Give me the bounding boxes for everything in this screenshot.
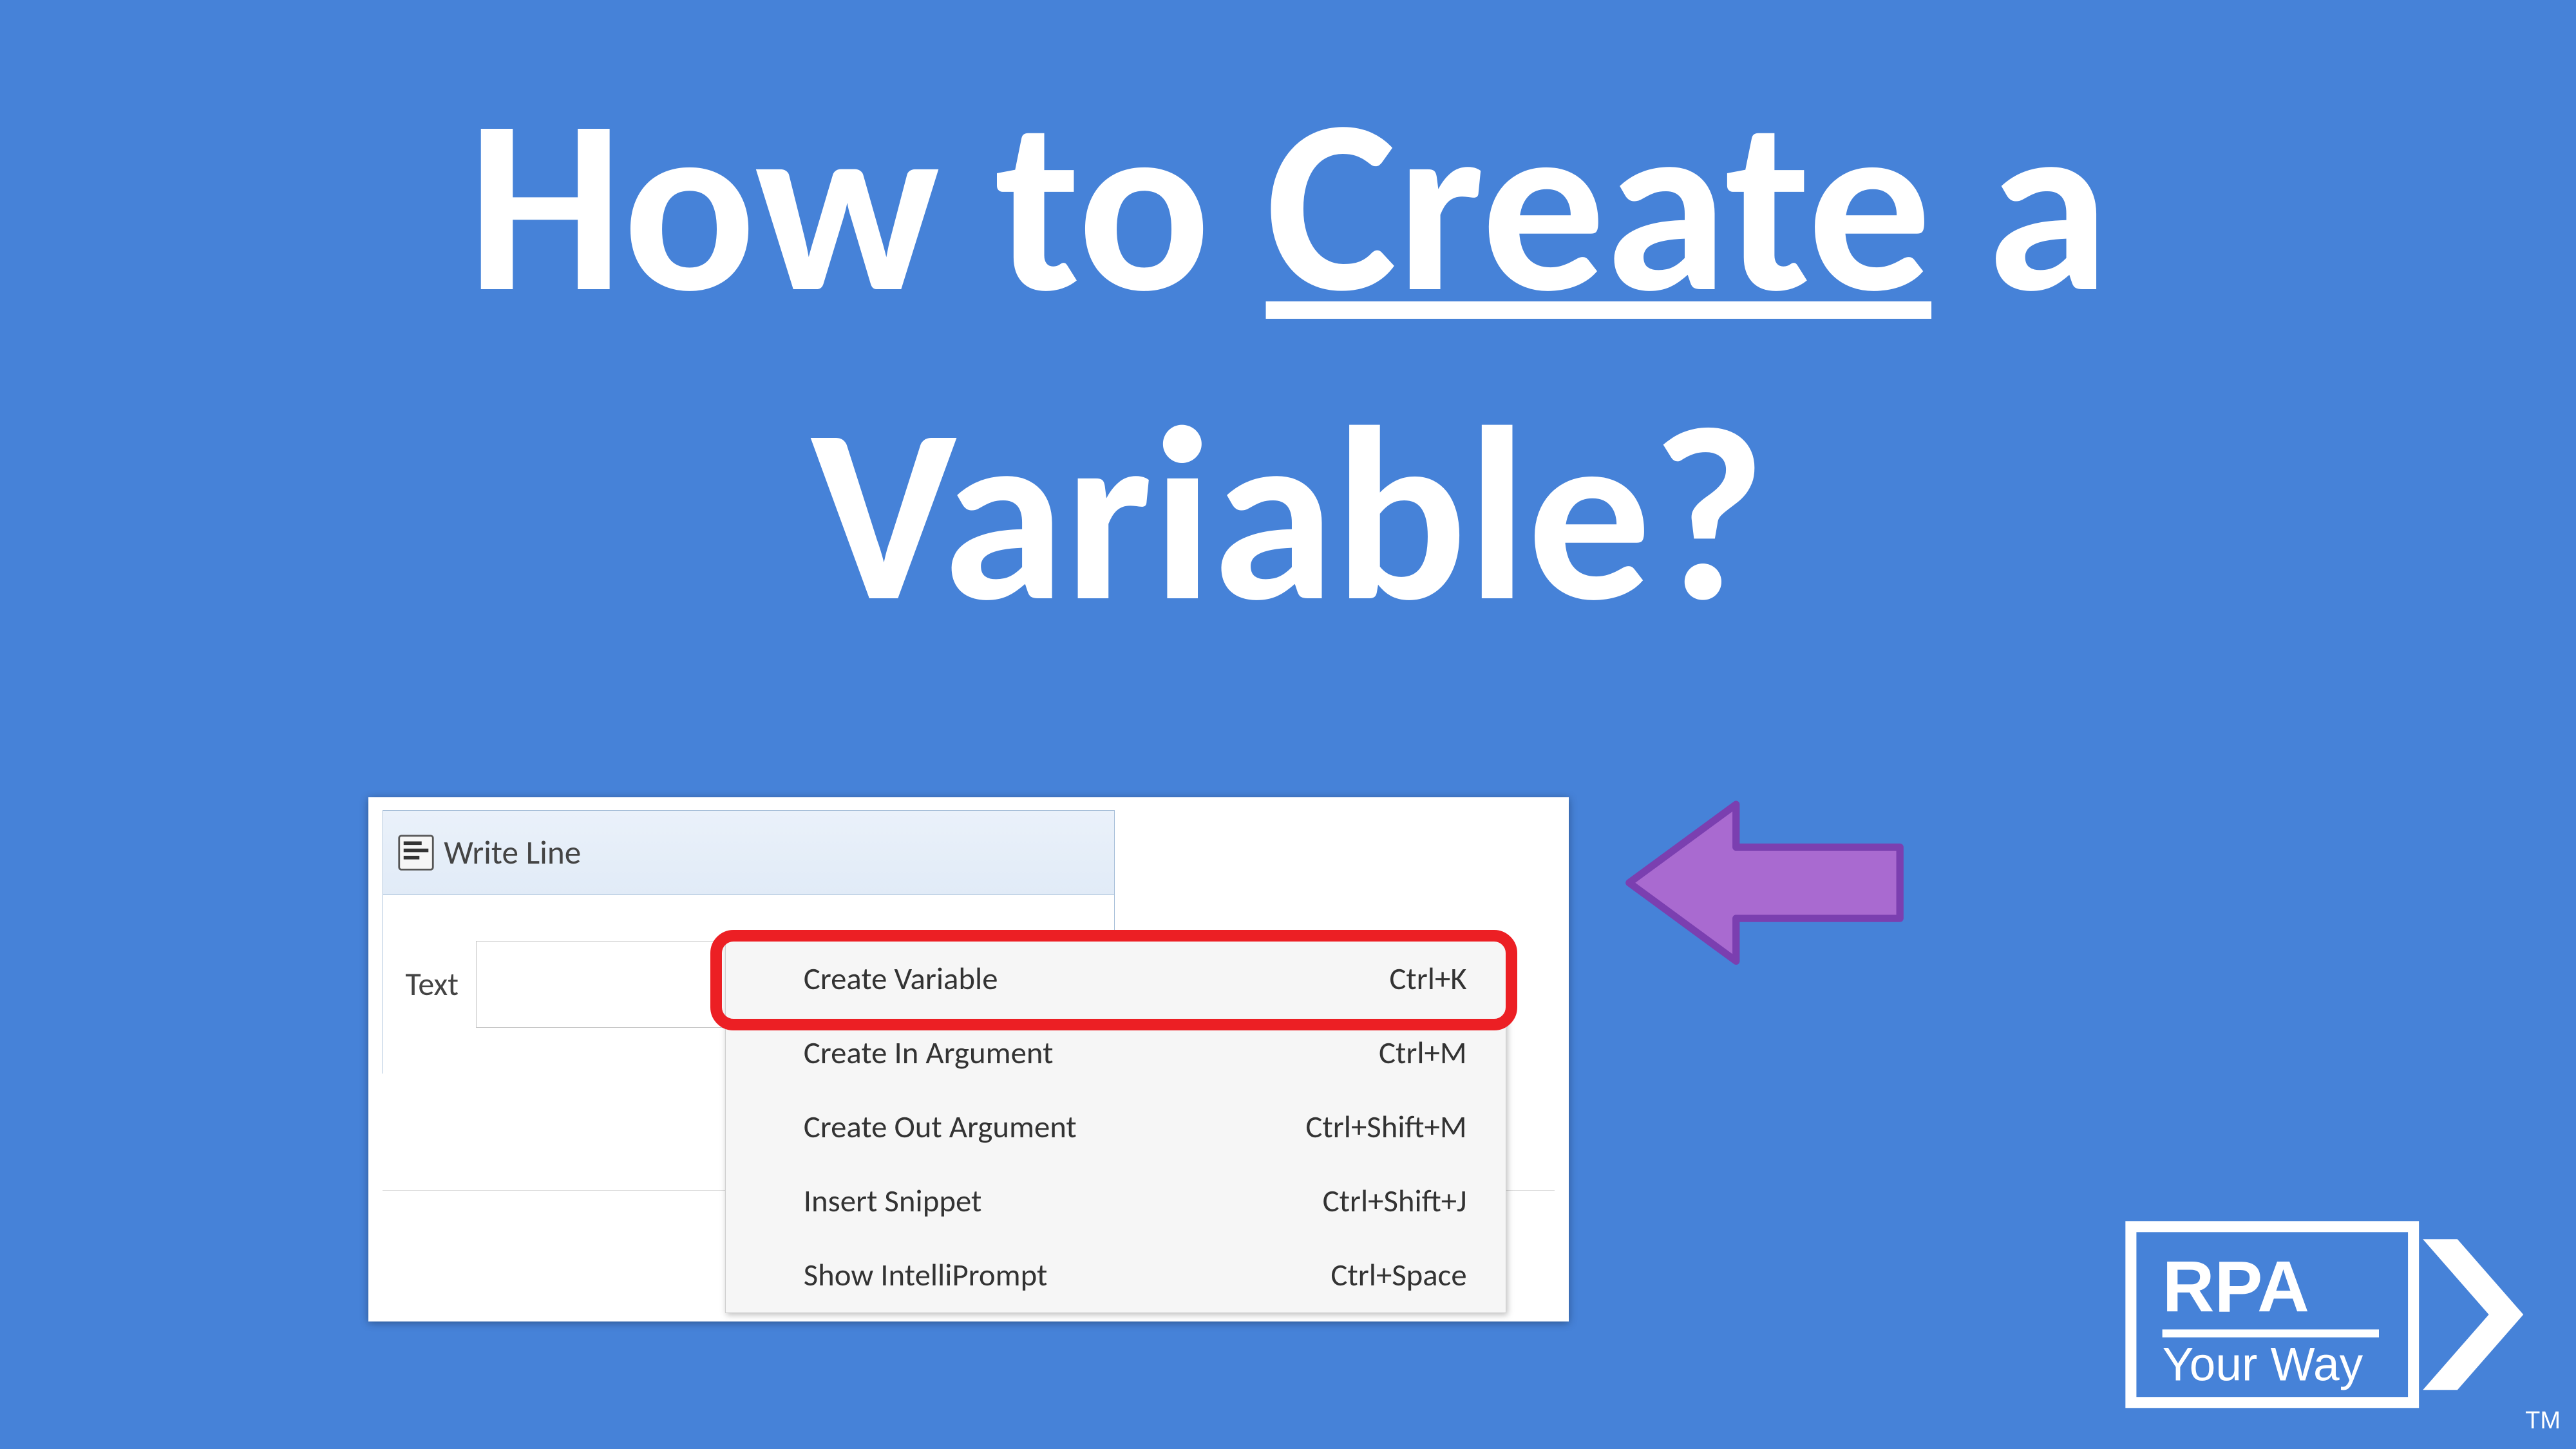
- activity-title: Write Line: [444, 832, 581, 873]
- menu-item-shortcut: Ctrl+M: [1379, 1034, 1467, 1072]
- menu-item-label: Show IntelliPrompt: [804, 1256, 1048, 1294]
- menu-item-label: Insert Snippet: [804, 1182, 982, 1220]
- menu-item-create-out-argument[interactable]: Create Out Argument Ctrl+Shift+M: [726, 1090, 1506, 1164]
- menu-item-label: Create Out Argument: [804, 1108, 1077, 1146]
- menu-item-label: Create Variable: [804, 960, 998, 998]
- title-underlined-word: Create: [1266, 54, 1932, 356]
- slide-stage: How to Create a Variable? Write Line: [0, 0, 2576, 1449]
- menu-item-insert-snippet[interactable]: Insert Snippet Ctrl+Shift+J: [726, 1164, 1506, 1238]
- title-prefix: How to: [468, 54, 1266, 356]
- menu-item-shortcut: Ctrl+K: [1389, 960, 1466, 998]
- menu-item-show-intelliprompt[interactable]: Show IntelliPrompt Ctrl+Space: [726, 1238, 1506, 1312]
- menu-item-shortcut: Ctrl+Shift+M: [1305, 1108, 1466, 1146]
- title-suffix: a: [1931, 54, 2108, 356]
- pointer-arrow: [1610, 797, 1919, 969]
- intelliprompt-context-menu: Create Variable Ctrl+K Create In Argumen…: [725, 941, 1507, 1313]
- logo-chevron-icon: [2423, 1239, 2523, 1390]
- menu-item-label: Create In Argument: [804, 1034, 1054, 1072]
- write-line-icon: [398, 835, 434, 871]
- trademark-symbol: TM: [2525, 1407, 2561, 1435]
- title-line-1: How to Create a: [129, 51, 2447, 360]
- activity-header[interactable]: Write Line: [383, 811, 1114, 895]
- logo-line2: Your Way: [2163, 1338, 2363, 1390]
- arrow-left-icon: [1610, 797, 1919, 969]
- text-field-label: Text: [405, 965, 459, 1004]
- title-line-2: Variable?: [129, 360, 2447, 669]
- uipath-screenshot-panel: Write Line Text Create Variable Ctr: [368, 797, 1569, 1322]
- rpa-your-way-logo: RPA Your Way: [2123, 1220, 2535, 1409]
- menu-item-create-variable[interactable]: Create Variable Ctrl+K: [726, 942, 1506, 1016]
- menu-item-shortcut: Ctrl+Space: [1331, 1256, 1466, 1294]
- logo-line1: RPA: [2163, 1246, 2309, 1327]
- menu-item-create-in-argument[interactable]: Create In Argument Ctrl+M: [726, 1016, 1506, 1090]
- slide-title: How to Create a Variable?: [129, 51, 2447, 669]
- menu-item-shortcut: Ctrl+Shift+J: [1323, 1182, 1467, 1220]
